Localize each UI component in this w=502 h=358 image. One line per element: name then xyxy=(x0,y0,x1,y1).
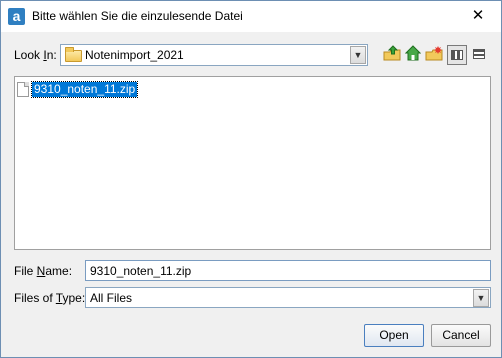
file-list[interactable]: 9310_noten_11.zip xyxy=(14,76,491,250)
file-chooser-dialog: a Bitte wählen Sie die einzulesende Date… xyxy=(0,0,502,358)
file-type-dropdown[interactable]: All Files ▼ xyxy=(85,287,491,308)
chevron-down-icon[interactable]: ▼ xyxy=(350,46,366,64)
file-name-input[interactable] xyxy=(85,260,491,281)
up-one-level-icon xyxy=(383,45,401,61)
home-icon xyxy=(404,45,422,61)
new-folder-button[interactable] xyxy=(424,45,444,65)
file-name[interactable]: 9310_noten_11.zip xyxy=(30,81,139,98)
details-view-icon xyxy=(473,49,485,59)
file-type-value: All Files xyxy=(90,291,133,305)
look-in-value: Notenimport_2021 xyxy=(85,48,184,62)
title-bar[interactable]: a Bitte wählen Sie die einzulesende Date… xyxy=(1,1,501,32)
app-icon: a xyxy=(8,8,25,25)
list-view-icon xyxy=(451,50,463,60)
chevron-down-icon[interactable]: ▼ xyxy=(473,289,489,307)
look-in-dropdown[interactable]: Notenimport_2021 ▼ xyxy=(60,44,368,66)
list-view-button[interactable] xyxy=(447,45,467,65)
cancel-button[interactable]: Cancel xyxy=(431,324,491,347)
look-in-label: Look In: xyxy=(14,48,57,62)
file-name-label: File Name: xyxy=(14,264,73,278)
details-view-button[interactable] xyxy=(469,45,489,65)
close-button[interactable]: ✕ xyxy=(455,1,501,32)
file-type-label: Files of Type: xyxy=(14,291,86,305)
dialog-title: Bitte wählen Sie die einzulesende Datei xyxy=(32,9,243,23)
folder-icon xyxy=(65,47,82,62)
open-button[interactable]: Open xyxy=(364,324,424,347)
home-button[interactable] xyxy=(403,45,423,65)
new-folder-icon xyxy=(425,46,443,61)
close-icon: ✕ xyxy=(471,7,485,24)
up-one-level-button[interactable] xyxy=(382,45,402,65)
file-icon xyxy=(17,82,29,97)
